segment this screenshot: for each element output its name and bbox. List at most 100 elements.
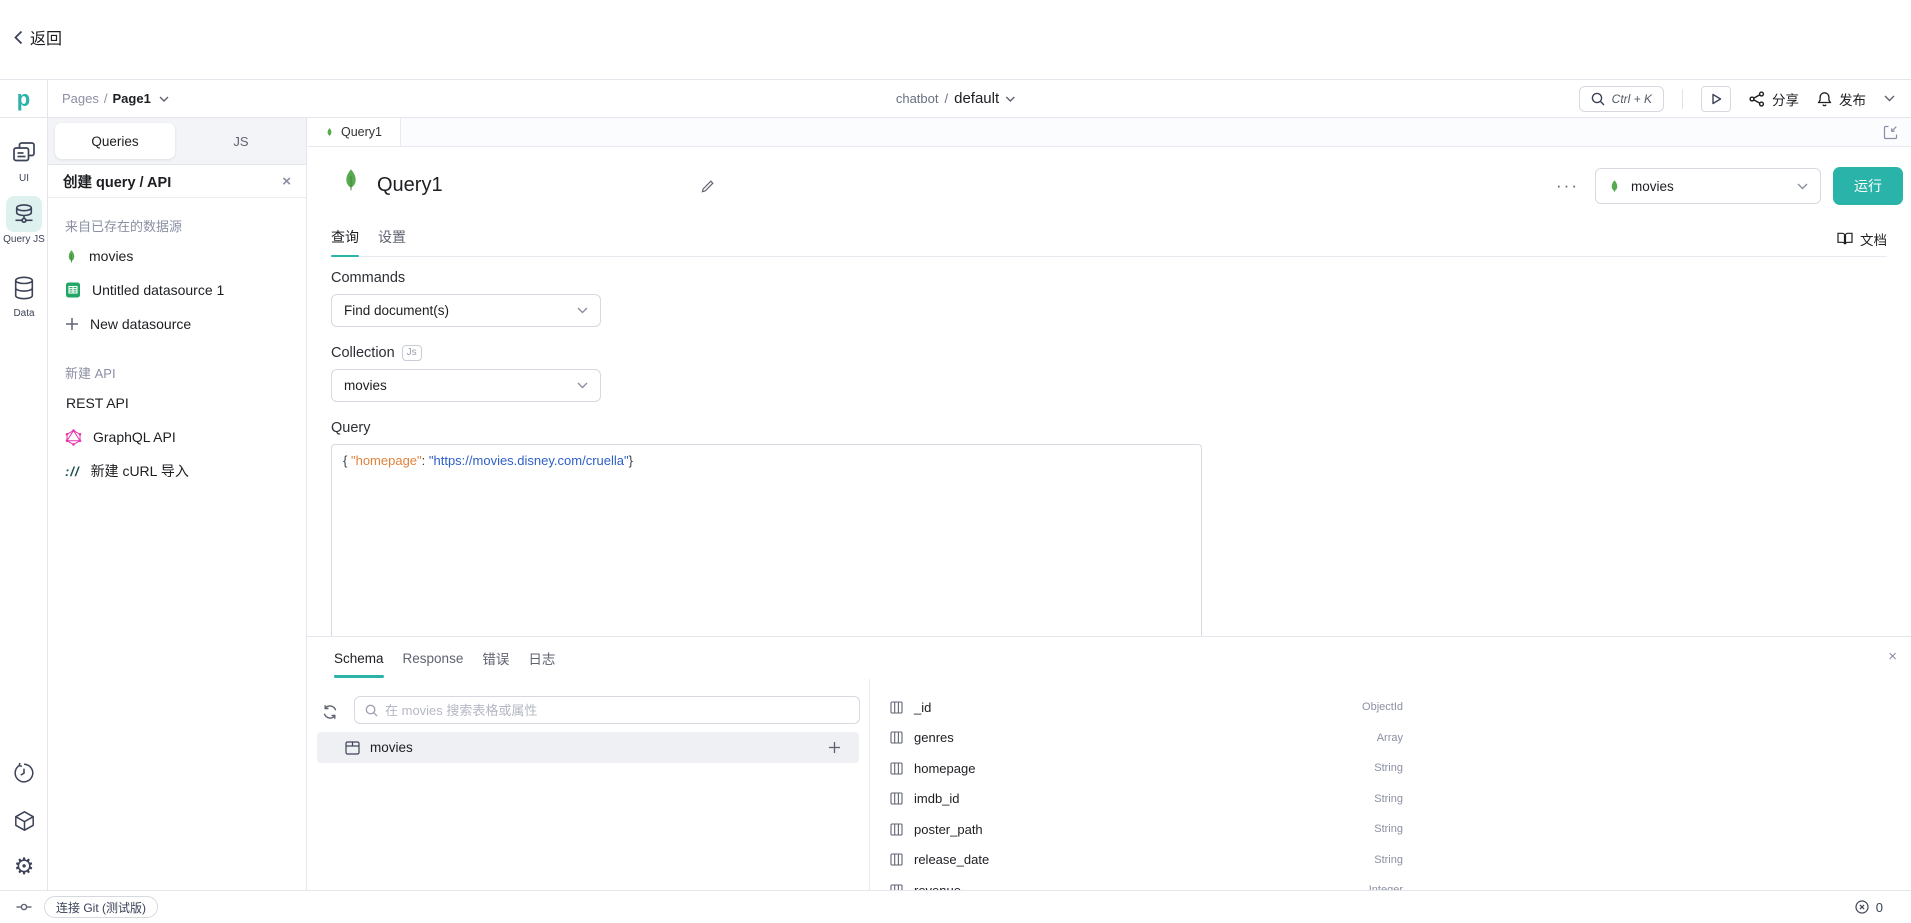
mongodb-leaf-icon [325,126,334,139]
field-name: _id [914,700,931,715]
docs-link[interactable]: 文档 [1837,229,1887,256]
preview-button[interactable] [1701,86,1731,112]
tab-query[interactable]: 查询 [331,227,359,256]
js-badge[interactable]: Js [402,345,422,361]
column-icon [890,762,903,775]
app-env: default [954,90,999,107]
field-type: Array [1377,732,1403,744]
field-row[interactable]: release_date String [870,845,1415,876]
mongodb-leaf-icon [1608,178,1621,195]
datasource-label: movies [89,248,133,264]
edit-pencil-icon[interactable] [700,179,715,194]
connect-git-button[interactable]: 连接 Git (测试版) [44,896,158,918]
tab-settings[interactable]: 设置 [378,227,406,256]
collection-select-value: movies [344,378,387,393]
git-commit-icon [16,902,32,912]
chevron-down-icon [1797,183,1808,190]
api-item-rest[interactable]: REST API [48,386,306,420]
history-button[interactable] [0,762,48,784]
datasource-select[interactable]: movies [1595,168,1821,204]
field-name: homepage [914,761,975,776]
rail-label-data: Data [13,308,34,319]
rest-api-label: REST API [66,395,129,411]
code-line: { "homepage": "https://movies.disney.com… [343,453,633,468]
settings-gear-icon: ⚙ [14,855,35,878]
play-icon [1711,93,1722,105]
tab-response[interactable]: Response [403,637,464,679]
query-code-editor[interactable]: { "homepage": "https://movies.disney.com… [331,444,1202,644]
breadcrumb[interactable]: Pages / Page1 [48,80,169,117]
new-datasource-label: New datasource [90,316,191,332]
new-datasource-button[interactable]: New datasource [48,307,306,341]
field-row[interactable]: imdb_id String [870,784,1415,815]
tab-js[interactable]: JS [175,118,307,164]
rail-item-query[interactable]: Query JS [0,196,48,245]
close-icon[interactable]: × [1888,649,1897,664]
api-item-graphql[interactable]: GraphQL API [48,420,306,454]
datasource-item-untitled[interactable]: Untitled datasource 1 [48,273,306,307]
mongodb-leaf-icon [65,248,78,265]
modules-button[interactable] [0,810,48,832]
breadcrumb-current: Page1 [113,91,151,106]
back-button[interactable]: 返回 [14,25,62,49]
publish-button[interactable]: 发布 [1817,89,1866,109]
close-icon[interactable]: × [282,174,291,189]
tab-schema[interactable]: Schema [334,637,384,679]
curl-icon: :// [65,464,80,479]
refresh-icon[interactable] [322,704,338,720]
field-row[interactable]: homepage String [870,753,1415,784]
search-icon [365,704,378,717]
chevron-down-icon [577,307,588,314]
field-name: imdb_id [914,791,960,806]
column-icon [890,792,903,805]
back-label: 返回 [30,25,62,49]
tab-errors[interactable]: 错误 [482,637,509,679]
query-header-actions: ··· movies 运行 [1552,167,1903,205]
app-logo[interactable]: p [0,80,48,117]
datasource-item-movies[interactable]: movies [48,239,306,273]
curl-import-label: 新建 cURL 导入 [91,461,189,481]
schema-content: movies _id ObjectId genres Array [307,679,1911,890]
tab-logs[interactable]: 日志 [528,637,555,679]
commands-select[interactable]: Find document(s) [331,294,601,327]
field-row[interactable]: poster_path String [870,814,1415,845]
field-row[interactable]: genres Array [870,723,1415,754]
commands-select-value: Find document(s) [344,303,449,318]
query-editor-area: Query1 Query1 ··· movies 运行 查询 设置 [307,118,1911,890]
search-shortcut-label: Ctrl + K [1612,92,1652,106]
collapse-panel-icon[interactable] [1883,125,1898,140]
share-button[interactable]: 分享 [1749,89,1799,109]
section-existing-datasources: 来自已存在的数据源 [48,208,306,239]
schema-search-input[interactable] [385,703,849,718]
create-query-title: 创建 query / API [63,171,171,192]
publish-menu-chevron-icon[interactable] [1884,95,1895,102]
collection-select[interactable]: movies [331,369,601,402]
run-button[interactable]: 运行 [1833,167,1903,205]
field-name: genres [914,730,954,745]
share-label: 分享 [1772,89,1799,109]
schema-search[interactable] [354,696,860,724]
graphql-icon [65,429,82,446]
add-table-icon[interactable] [828,741,841,754]
field-name: revenue [914,883,961,890]
schema-table-movies[interactable]: movies [317,732,859,763]
field-row[interactable]: revenue Integer [870,875,1415,890]
api-item-curl[interactable]: :// 新建 cURL 导入 [48,454,306,488]
data-database-icon [6,270,42,306]
query-tab-query1[interactable]: Query1 [307,118,401,146]
collection-label: Collection Js [331,345,1209,361]
global-search-button[interactable]: Ctrl + K [1579,86,1664,112]
error-indicator[interactable]: 0 [1855,900,1911,915]
field-row[interactable]: _id ObjectId [870,692,1415,723]
settings-button[interactable]: ⚙ [0,855,48,878]
rail-item-ui[interactable]: UI [0,135,48,184]
rail-item-data[interactable]: Data [0,270,48,319]
more-menu-button[interactable]: ··· [1552,176,1583,196]
chevron-down-icon [159,96,169,102]
field-type: String [1374,854,1403,866]
app-env-switcher[interactable]: chatbot / default [896,79,1015,118]
chevron-down-icon [1005,96,1015,102]
sidebar-tabs: Queries JS [48,118,306,165]
query-database-icon [6,196,42,232]
tab-queries[interactable]: Queries [55,123,175,159]
